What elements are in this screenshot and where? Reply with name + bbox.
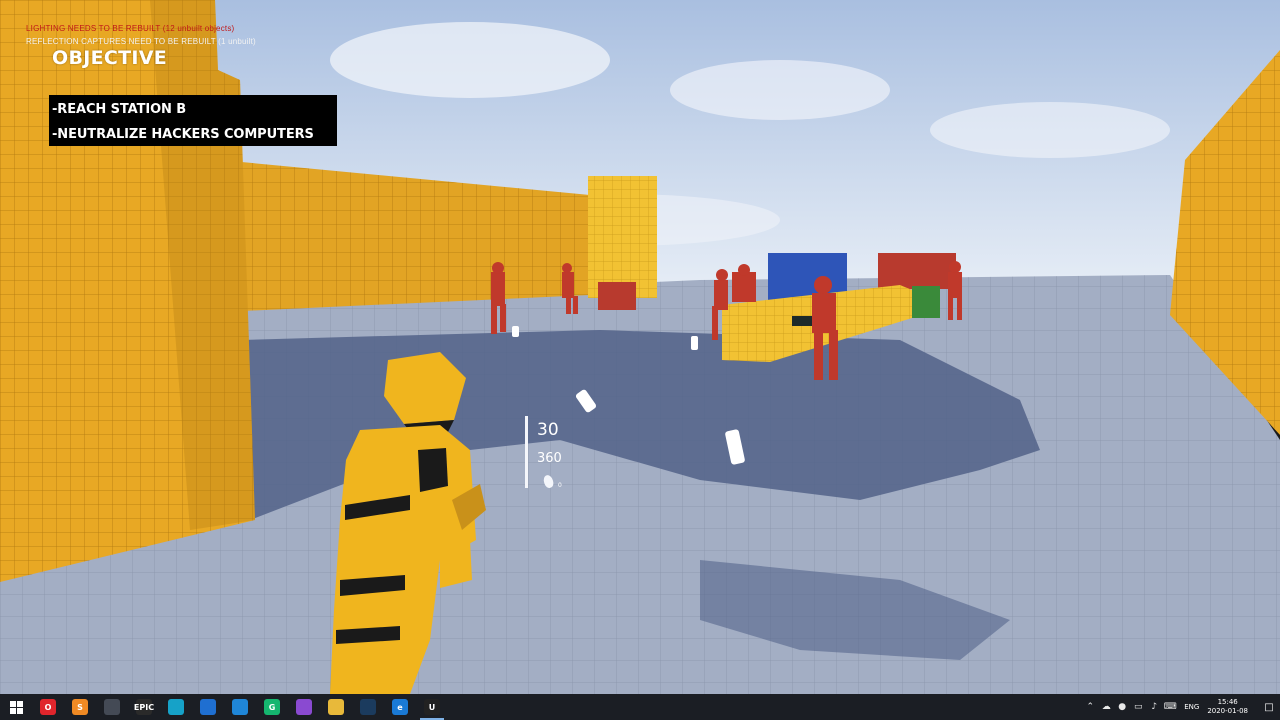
- network-icon[interactable]: ▭: [1130, 694, 1146, 720]
- sublime-icon: S: [72, 699, 88, 715]
- crate: [598, 282, 636, 310]
- ammo-magazine: 30: [537, 420, 559, 440]
- taskbar-edge-button[interactable]: e: [384, 694, 416, 720]
- system-tray: ⌃ ☁ ● ▭ ♪ ⌨ ENG 15:46 2020-01-08 □: [1082, 694, 1280, 720]
- taskbar: O S EPIC Ge U ⌃ ☁ ● ▭ ♪ ⌨ ENG 15:46 2020-01-…: [0, 694, 1280, 720]
- snip-icon: [296, 699, 312, 715]
- shield-icon: [168, 699, 184, 715]
- taskbar-maps-button[interactable]: [192, 694, 224, 720]
- folder-icon: [328, 699, 344, 715]
- edge-icon: e: [392, 699, 408, 715]
- taskbar-files-button[interactable]: [320, 694, 352, 720]
- cloud: [930, 102, 1170, 158]
- chevron-up-icon[interactable]: ⌃: [1082, 694, 1098, 720]
- steam-icon: [360, 699, 376, 715]
- onedrive-icon[interactable]: ☁: [1098, 694, 1114, 720]
- language-indicator[interactable]: ENG: [1184, 703, 1199, 711]
- clock[interactable]: 15:46 2020-01-08: [1207, 698, 1248, 716]
- volume-icon[interactable]: ♪: [1146, 694, 1162, 720]
- magazine-bar: [525, 416, 528, 488]
- taskbar-unreal-button[interactable]: U: [416, 694, 448, 720]
- grammarly-icon: G: [264, 699, 280, 715]
- crate-green: [912, 286, 940, 318]
- objective-list: -REACH STATION B -NEUTRALIZE HACKERS COM…: [49, 95, 337, 146]
- taskbar-explorer-window-button[interactable]: [96, 694, 128, 720]
- objective-item: -NEUTRALIZE HACKERS COMPUTERS: [52, 127, 314, 142]
- taskbar-apps: O S EPIC Ge U: [0, 694, 448, 720]
- epic-games-icon: EPIC: [134, 699, 154, 715]
- taskbar-shield-button[interactable]: [160, 694, 192, 720]
- taskbar-grammarly-button[interactable]: G: [256, 694, 288, 720]
- clock-date: 2020-01-08: [1207, 707, 1248, 715]
- taskbar-vscode-button[interactable]: [224, 694, 256, 720]
- display-icon: [104, 699, 120, 715]
- objective-title: OBJECTIVE: [52, 47, 168, 69]
- cloud: [330, 22, 610, 98]
- game-viewport[interactable]: LIGHTING NEEDS TO BE REBUILT (12 unbuilt…: [0, 0, 1280, 694]
- opera-icon: O: [40, 699, 56, 715]
- microphone-icon[interactable]: ●: [1114, 694, 1130, 720]
- objective-item: -REACH STATION B: [52, 102, 187, 117]
- taskbar-steam-button[interactable]: [352, 694, 384, 720]
- debug-lighting-warning: LIGHTING NEEDS TO BE REBUILT (12 unbuilt…: [26, 24, 235, 33]
- map-pin-icon: [200, 699, 216, 715]
- windows-icon: [9, 700, 23, 714]
- debug-reflection-warning: REFLECTION CAPTURES NEED TO BE REBUILT (…: [26, 37, 256, 46]
- vscode-icon: [232, 699, 248, 715]
- ammo-reserve: 360: [537, 451, 562, 466]
- projectile: [691, 336, 698, 350]
- taskbar-epic-button[interactable]: EPIC: [128, 694, 160, 720]
- projectile: [512, 326, 519, 337]
- clock-time: 15:46: [1217, 698, 1238, 706]
- taskbar-start-button[interactable]: [0, 694, 32, 720]
- crate-red: [878, 253, 956, 289]
- grenade-count: 0: [558, 482, 562, 489]
- notification-icon[interactable]: □: [1258, 694, 1280, 720]
- cloud: [670, 60, 890, 120]
- grenade-icon: [542, 473, 555, 490]
- unreal-icon: U: [424, 699, 440, 715]
- taskbar-opera-button[interactable]: O: [32, 694, 64, 720]
- taskbar-sublime-button[interactable]: S: [64, 694, 96, 720]
- taskbar-snip-button[interactable]: [288, 694, 320, 720]
- ammo-counter: 30 360 0: [525, 416, 585, 490]
- keyboard-icon[interactable]: ⌨: [1162, 694, 1178, 720]
